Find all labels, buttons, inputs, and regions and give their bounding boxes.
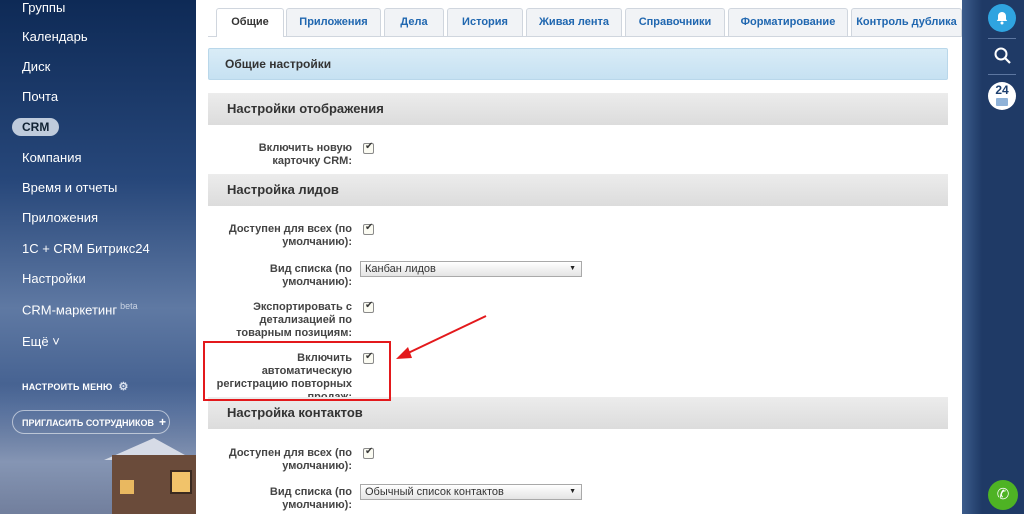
annotation-arrow-icon [396,315,487,359]
